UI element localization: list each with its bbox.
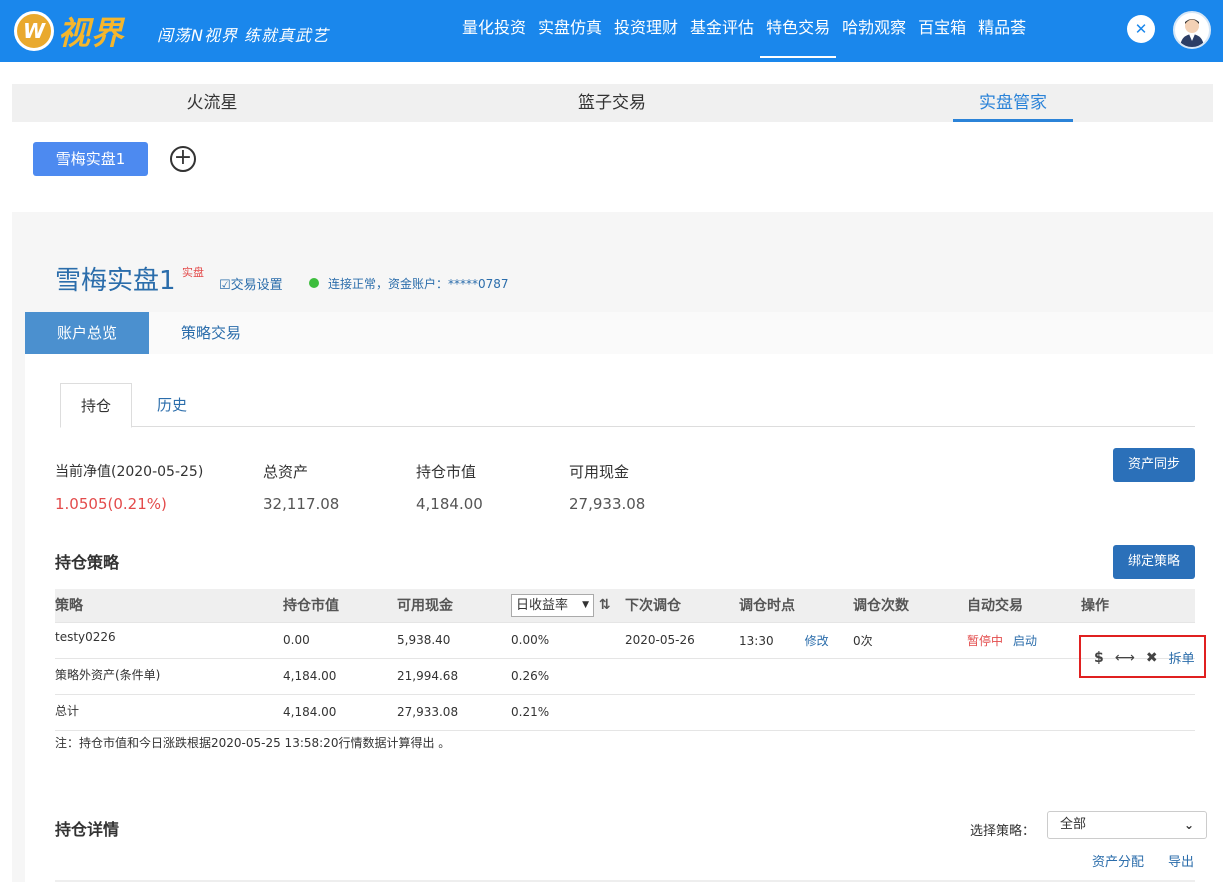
header-daily-return[interactable]: 日收益率 ▼ ⇅: [511, 589, 625, 623]
plus-circle-icon[interactable]: +: [170, 146, 196, 172]
header-operations: 操作: [1081, 589, 1195, 623]
nav-item-fund[interactable]: 基金评估: [684, 0, 760, 62]
main-nav: 量化投资 实盘仿真 投资理财 基金评估 特色交易 哈勃观察 百宝箱 精品荟: [456, 0, 1032, 62]
cell-daily-return: 0.26%: [511, 658, 625, 695]
stat-label-cash: 可用现金: [569, 463, 630, 481]
stat-label-nav: 当前净值(2020-05-25): [55, 464, 204, 480]
strategy-name: 策略外资产(条件单): [55, 658, 283, 695]
cell-market-value: 0.00: [283, 622, 397, 659]
strategy-name: 总计: [55, 694, 283, 731]
account-type-badge: 实盘: [182, 266, 204, 279]
dollar-icon[interactable]: $: [1094, 650, 1104, 666]
cell-market-value: 4,184.00: [283, 694, 397, 731]
split-order-link[interactable]: 拆单: [1169, 648, 1195, 667]
cell-rebalance-count: 0次: [853, 622, 967, 659]
account-title: 雪梅实盘1: [55, 266, 176, 296]
logo-icon[interactable]: W: [14, 11, 54, 51]
nav-item-special-trade[interactable]: 特色交易: [760, 0, 837, 62]
tab-account-overview[interactable]: 账户总览: [25, 312, 149, 354]
subtab-manager[interactable]: 实盘管家: [953, 84, 1073, 122]
account-selector: 雪梅实盘1 +: [12, 122, 1213, 212]
caret-down-icon: ▼: [582, 599, 589, 610]
cell-cash: 27,933.08: [397, 694, 511, 731]
header-market-value: 持仓市值: [283, 589, 397, 623]
table-row: 策略外资产(条件单) 4,184.00 21,994.68 0.26%: [55, 658, 1195, 695]
sort-icon[interactable]: ⇅: [599, 597, 611, 613]
cell-market-value: 4,184.00: [283, 658, 397, 695]
user-avatar-icon[interactable]: [1173, 11, 1211, 49]
holding-detail-title: 持仓详情: [55, 820, 120, 839]
tab-strategy-trade[interactable]: 策略交易: [149, 312, 273, 354]
header-rebalance-count: 调仓次数: [853, 589, 967, 623]
position-tab-bar: 持仓 历史: [60, 383, 1195, 428]
table-header-row: 策略 持仓市值 可用现金 日收益率 ▼ ⇅ 下次调仓 调仓时点 调仓次数 自动交易…: [55, 589, 1195, 623]
header-cash: 可用现金: [397, 589, 511, 623]
tab-history[interactable]: 历史: [136, 383, 208, 427]
strategy-name-link[interactable]: testy0226: [55, 622, 283, 659]
operations-group: $ ⟷ ✖ 拆单: [1094, 648, 1195, 668]
holding-strategy-title: 持仓策略: [55, 553, 120, 572]
cell-cash: 21,994.68: [397, 658, 511, 695]
table-row: 总计 4,184.00 27,933.08 0.21%: [55, 694, 1195, 731]
cell-rebalance-time: 13:30 修改: [739, 622, 853, 659]
stat-value-nav: 1.0505(0.21%): [55, 495, 167, 513]
header-next-rebalance: 下次调仓: [625, 589, 739, 623]
header-auto-trade: 自动交易: [967, 589, 1081, 623]
header-strategy: 策略: [55, 589, 283, 623]
stat-label-market-value: 持仓市值: [416, 463, 477, 481]
asset-allocation-link[interactable]: 资产分配: [1092, 851, 1144, 870]
subtab-basket-trade[interactable]: 篮子交易: [552, 84, 672, 122]
edit-time-link[interactable]: 修改: [805, 634, 829, 648]
rebalance-time-value: 13:30: [739, 633, 774, 648]
stat-value-cash: 27,933.08: [569, 495, 646, 513]
subtab-bar: 火流星 篮子交易 实盘管家: [12, 84, 1213, 122]
tools-icon[interactable]: ✕: [1127, 15, 1155, 43]
holding-strategy-table: 策略 持仓市值 可用现金 日收益率 ▼ ⇅ 下次调仓 调仓时点 调仓次数 自动交易…: [55, 589, 1195, 731]
stat-label-total-assets: 总资产: [263, 463, 309, 481]
edit-icon: ☑: [219, 278, 231, 293]
top-navbar: W 视界 闯荡N视界 练就真武艺 量化投资 实盘仿真 投资理财 基金评估 特色交…: [0, 0, 1223, 62]
chevron-down-icon: ⌄: [1183, 818, 1194, 832]
daily-return-sort-select[interactable]: 日收益率 ▼: [511, 593, 594, 617]
table-row: testy0226 0.00 5,938.40 0.00% 2020-05-26…: [55, 622, 1195, 659]
stat-value-total-assets: 32,117.08: [263, 495, 340, 513]
transfer-arrow-icon[interactable]: ⟷: [1115, 650, 1135, 666]
subtab-meteor[interactable]: 火流星: [152, 84, 272, 122]
cell-daily-return: 0.21%: [511, 694, 625, 731]
tab-holdings[interactable]: 持仓: [60, 383, 132, 428]
main-tab-bar: 账户总览 策略交易: [25, 312, 1213, 354]
trade-settings-link[interactable]: ☑交易设置: [219, 274, 283, 293]
status-dot-icon: [309, 278, 319, 288]
overview-content: 持仓 历史 当前净值(2020-05-25) 1.0505(0.21%) 总资产…: [25, 354, 1213, 882]
connection-status: 连接正常，资金账户：*****0787: [328, 277, 509, 291]
nav-item-wealth[interactable]: 投资理财: [608, 0, 684, 62]
cell-next-rebalance: 2020-05-26: [625, 622, 739, 659]
strategy-select-value: 全部: [1060, 817, 1087, 832]
nav-item-simulation[interactable]: 实盘仿真: [532, 0, 608, 62]
close-icon[interactable]: ✖: [1146, 650, 1158, 666]
main-panel: 火流星 篮子交易 实盘管家 雪梅实盘1 + 雪梅实盘1 实盘 ☑交易设置 连接正…: [12, 84, 1213, 882]
account-button[interactable]: 雪梅实盘1: [33, 142, 148, 176]
auto-trade-status: 暂停中: [967, 633, 1004, 648]
trade-settings-label: 交易设置: [230, 278, 283, 293]
daily-return-label: 日收益率: [516, 597, 569, 613]
sync-assets-button[interactable]: 资产同步: [1113, 448, 1195, 482]
stat-value-market-value: 4,184.00: [416, 495, 483, 513]
strategy-select-label: 选择策略：: [970, 824, 1036, 839]
nav-item-quant[interactable]: 量化投资: [456, 0, 532, 62]
footnote: 注：持仓市值和今日涨跌根据2020-05-25 13:58:20行情数据计算得出…: [55, 736, 451, 750]
logo-text[interactable]: 视界: [58, 8, 124, 54]
nav-item-featured[interactable]: 精品荟: [972, 0, 1032, 62]
cell-auto-trade: 暂停中 启动: [967, 622, 1081, 659]
cell-daily-return: 0.00%: [511, 622, 625, 659]
strategy-select[interactable]: 全部 ⌄: [1047, 811, 1207, 839]
export-link[interactable]: 导出: [1168, 851, 1194, 870]
slogan: 闯荡N视界 练就真武艺: [157, 26, 330, 45]
nav-item-hubble[interactable]: 哈勃观察: [836, 0, 912, 62]
cell-cash: 5,938.40: [397, 622, 511, 659]
bind-strategy-button[interactable]: 绑定策略: [1113, 545, 1195, 579]
header-rebalance-time: 调仓时点: [739, 589, 853, 623]
start-auto-trade-link[interactable]: 启动: [1013, 634, 1037, 648]
nav-item-toolbox[interactable]: 百宝箱: [912, 0, 972, 62]
